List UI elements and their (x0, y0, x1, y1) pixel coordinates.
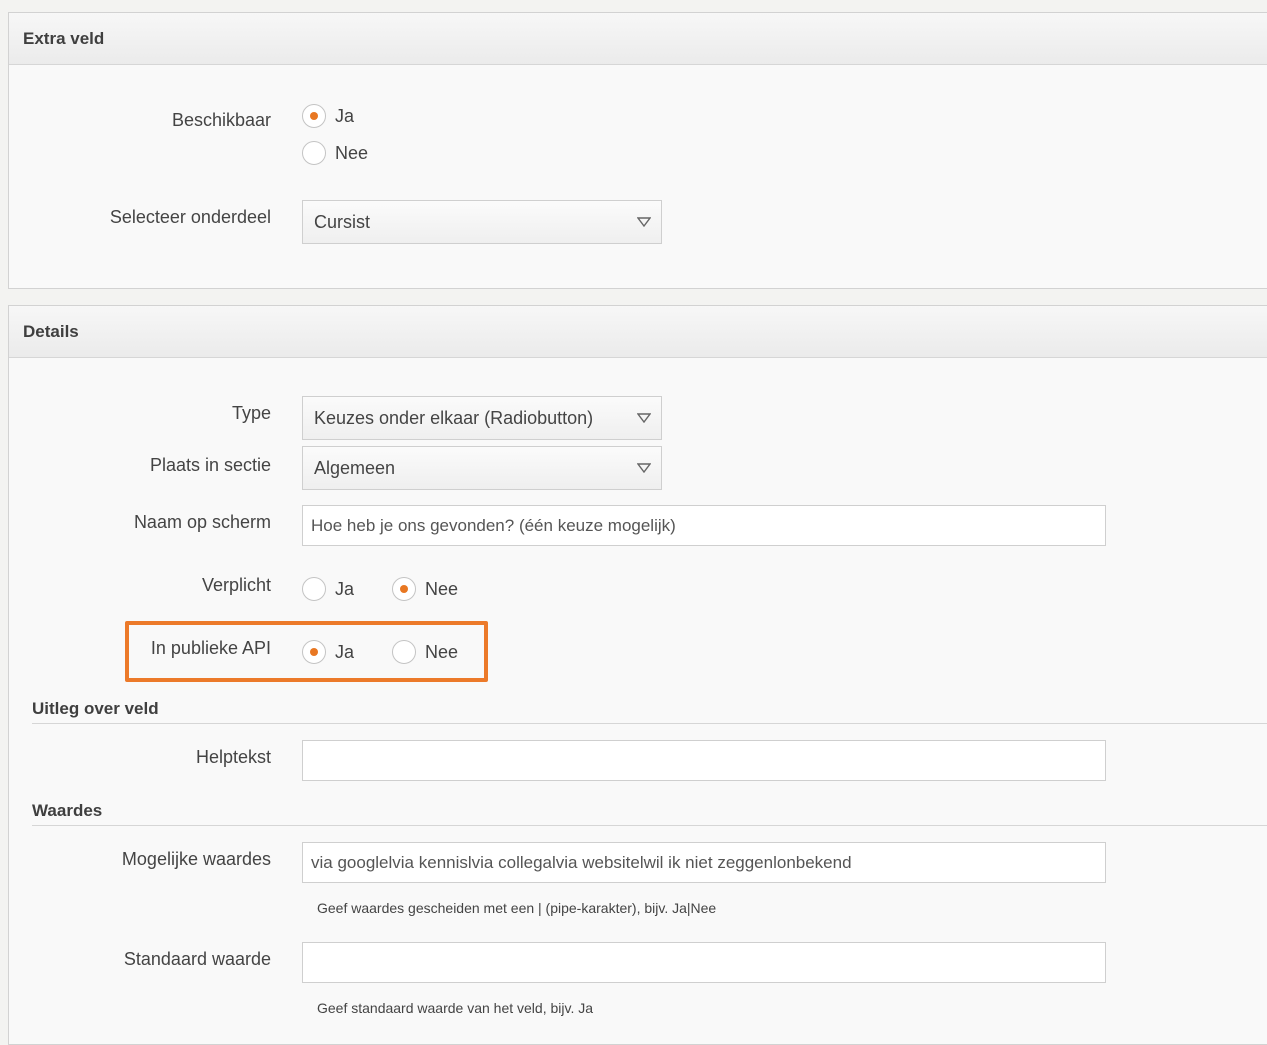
radio-checked-icon (302, 104, 326, 128)
verplicht-label: Verplicht (201, 575, 271, 595)
helptekst-label: Helptekst (195, 747, 271, 767)
radio-unchecked-icon (392, 640, 416, 664)
beschikbaar-ja-radio[interactable]: Ja (302, 104, 354, 128)
type-label: Type (231, 403, 271, 423)
standaard-waarde-input[interactable] (302, 942, 1106, 983)
waardes-section-title: Waardes (32, 801, 1267, 826)
publieke-api-ja-label: Ja (335, 641, 355, 662)
naam-label: Naam op scherm (133, 512, 271, 532)
radio-checked-icon (302, 640, 326, 664)
beschikbaar-nee-radio[interactable]: Nee (302, 141, 368, 165)
verplicht-ja-radio[interactable]: Ja (302, 577, 354, 601)
type-value: Keuzes onder elkaar (Radiobutton) (314, 408, 594, 428)
standaard-waarde-label: Standaard waarde (123, 949, 271, 969)
beschikbaar-nee-label: Nee (335, 142, 369, 163)
beschikbaar-ja-label: Ja (335, 105, 355, 126)
verplicht-nee-label: Nee (425, 578, 459, 599)
radio-checked-icon (392, 577, 416, 601)
chevron-down-icon (637, 463, 651, 473)
plaats-select[interactable]: Algemeen (302, 446, 662, 490)
radio-unchecked-icon (302, 577, 326, 601)
onderdeel-value: Cursist (314, 212, 371, 232)
mogelijke-waardes-label: Mogelijke waardes (121, 849, 271, 869)
uitleg-section-title: Uitleg over veld (32, 699, 1267, 724)
chevron-down-icon (637, 413, 651, 423)
publieke-api-nee-radio[interactable]: Nee (392, 640, 458, 664)
plaats-label: Plaats in sectie (149, 455, 271, 475)
details-header: Details (9, 306, 1267, 358)
mogelijke-waardes-hint: Geef waardes gescheiden met een | (pipe-… (317, 900, 717, 916)
onderdeel-label: Selecteer onderdeel (109, 207, 271, 227)
verplicht-nee-radio[interactable]: Nee (392, 577, 458, 601)
publieke-api-ja-radio[interactable]: Ja (302, 640, 354, 664)
publieke-api-label: In publieke API (150, 638, 271, 658)
standaard-waarde-hint: Geef standaard waarde van het veld, bijv… (317, 1000, 594, 1016)
extra-veld-panel: Extra veld (8, 12, 1267, 289)
radio-unchecked-icon (302, 141, 326, 165)
onderdeel-select[interactable]: Cursist (302, 200, 662, 244)
helptekst-input[interactable] (302, 740, 1106, 781)
type-select[interactable]: Keuzes onder elkaar (Radiobutton) (302, 396, 662, 440)
plaats-value: Algemeen (314, 458, 396, 478)
chevron-down-icon (637, 217, 651, 227)
beschikbaar-label: Beschikbaar (171, 110, 271, 130)
verplicht-ja-label: Ja (335, 578, 355, 599)
publieke-api-nee-label: Nee (425, 641, 459, 662)
naam-input[interactable]: Hoe heb je ons gevonden? (één keuze moge… (302, 505, 1106, 546)
mogelijke-waardes-input[interactable]: via googlelvia kennislvia collegalvia we… (302, 842, 1106, 883)
extra-veld-header: Extra veld (9, 13, 1267, 65)
